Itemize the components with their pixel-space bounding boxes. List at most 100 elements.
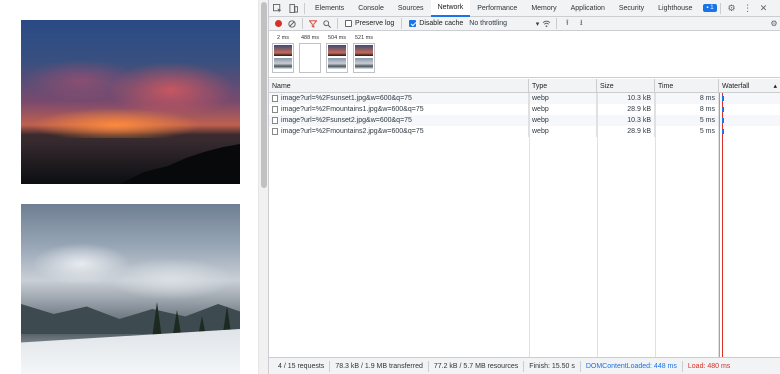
frame-time: 521 ms: [354, 35, 374, 41]
tab-sources[interactable]: Sources: [391, 0, 431, 17]
column-time[interactable]: Time: [655, 79, 719, 93]
requests-table: Name Type Size Time Waterfall ▴ image?ur…: [269, 79, 780, 357]
column-size[interactable]: Size: [597, 79, 655, 93]
image-file-icon: [272, 106, 278, 113]
page-scrollbar[interactable]: [258, 0, 268, 374]
filter-button[interactable]: [306, 17, 320, 31]
mountains-image: [21, 204, 240, 374]
request-size: 28.9 kB: [597, 126, 655, 137]
table-header: Name Type Size Time Waterfall ▴: [269, 79, 780, 93]
issues-badge[interactable]: ▪ 1: [703, 4, 717, 12]
device-toolbar-icon[interactable]: [285, 0, 301, 16]
tab-elements[interactable]: Elements: [308, 0, 351, 17]
table-body: image?url=%2Fsunset1.jpg&w=600&q=75 webp…: [269, 93, 780, 137]
record-button[interactable]: [271, 17, 285, 31]
filmstrip-frame[interactable]: 521 ms: [352, 35, 376, 73]
preserve-log-checkbox[interactable]: Preserve log: [345, 20, 394, 27]
sunset-image: [21, 20, 240, 184]
request-size: 10.3 kB: [597, 93, 655, 104]
preserve-log-box[interactable]: [345, 20, 352, 27]
screenshots-filmstrip: 2 ms 488 ms 504 ms 521 ms: [269, 31, 780, 78]
network-toolbar: Preserve log Disable cache No throttling…: [269, 17, 780, 31]
request-name: image?url=%2Fmountains1.jpg&w=600&q=75: [281, 106, 424, 113]
wifi-icon: [542, 20, 551, 27]
preserve-log-label: Preserve log: [355, 20, 395, 27]
column-waterfall[interactable]: Waterfall ▴: [719, 79, 780, 93]
page-viewport: [0, 0, 258, 374]
upload-icon: ⭱: [565, 17, 569, 27]
issues-count: 1: [710, 5, 714, 11]
settings-gear-icon[interactable]: ⚙: [724, 0, 740, 16]
filter-icon: [309, 19, 317, 28]
frame-time: 504 ms: [327, 35, 347, 41]
disable-cache-checkbox[interactable]: Disable cache: [409, 20, 463, 27]
table-row[interactable]: image?url=%2Fmountains1.jpg&w=600&q=75 w…: [269, 104, 780, 115]
inspect-element-icon[interactable]: [269, 0, 285, 16]
clear-button[interactable]: [285, 17, 299, 31]
column-type[interactable]: Type: [529, 79, 597, 93]
download-icon: ⭳: [579, 17, 583, 27]
request-name: image?url=%2Fsunset1.jpg&w=600&q=75: [281, 95, 412, 102]
waterfall-bar: [722, 96, 724, 101]
request-size: 10.3 kB: [597, 115, 655, 126]
request-name: image?url=%2Fmountains2.jpg&w=600&q=75: [281, 128, 424, 135]
column-waterfall-label: Waterfall: [722, 82, 750, 90]
more-options-icon[interactable]: ⋮: [740, 0, 756, 16]
throttling-value: No throttling: [469, 20, 508, 27]
waterfall-area: [719, 93, 780, 357]
import-har-button[interactable]: ⭱: [560, 17, 574, 31]
tab-console[interactable]: Console: [351, 0, 391, 17]
tab-lighthouse[interactable]: Lighthouse: [651, 0, 699, 17]
frame-time: 488 ms: [300, 35, 320, 41]
request-type: webp: [529, 104, 597, 115]
frame-thumbnail: [353, 43, 375, 73]
image-file-icon: [272, 128, 278, 135]
frame-thumbnail: [272, 43, 294, 73]
network-conditions-button[interactable]: [539, 17, 553, 31]
disable-cache-box[interactable]: [409, 20, 417, 27]
tab-application[interactable]: Application: [564, 0, 612, 17]
waterfall-bar: [722, 118, 724, 123]
filmstrip-frame[interactable]: 2 ms: [271, 35, 295, 73]
request-name: image?url=%2Fsunset2.jpg&w=600&q=75: [281, 117, 412, 124]
column-name[interactable]: Name: [269, 79, 529, 93]
request-type: webp: [529, 93, 597, 104]
table-row[interactable]: image?url=%2Fsunset1.jpg&w=600&q=75 webp…: [269, 93, 780, 104]
table-row[interactable]: image?url=%2Fsunset2.jpg&w=600&q=75 webp…: [269, 115, 780, 126]
tab-performance[interactable]: Performance: [470, 0, 524, 17]
gear-icon: ⚙: [770, 19, 778, 28]
frame-thumbnail: [299, 43, 321, 73]
status-load: Load: 480 ms: [687, 362, 731, 370]
search-button[interactable]: [320, 17, 334, 31]
tab-network[interactable]: Network: [430, 0, 471, 17]
request-time: 5 ms: [655, 126, 719, 137]
frame-thumbnail: [326, 43, 348, 73]
tab-security[interactable]: Security: [612, 0, 651, 17]
request-size: 28.9 kB: [597, 104, 655, 115]
record-icon: [274, 20, 282, 27]
request-time: 8 ms: [655, 104, 719, 115]
close-icon[interactable]: ✕: [756, 0, 772, 16]
status-requests: 4 / 15 requests: [273, 360, 331, 372]
disable-cache-label: Disable cache: [419, 20, 464, 27]
network-status-bar: 4 / 15 requests 78.3 kB / 1.9 MB transfe…: [269, 357, 780, 374]
filmstrip-frame[interactable]: 488 ms: [298, 35, 322, 73]
throttling-select[interactable]: No throttling ▾: [469, 20, 539, 28]
scroll-thumb[interactable]: [261, 2, 267, 188]
status-transferred: 78.3 kB / 1.9 MB transferred: [330, 360, 429, 372]
request-type: webp: [529, 126, 597, 137]
devtools-tabbar: Elements Console Sources Network Perform…: [269, 0, 780, 17]
devtools-panel: Elements Console Sources Network Perform…: [268, 0, 780, 374]
request-type: webp: [529, 115, 597, 126]
request-time: 5 ms: [655, 115, 719, 126]
table-row[interactable]: image?url=%2Fmountains2.jpg&w=600&q=75 w…: [269, 126, 780, 137]
chat-icon: ▪: [706, 5, 709, 11]
search-icon: [323, 19, 331, 28]
status-resources: 77.2 kB / 5.7 MB resources: [429, 360, 525, 372]
image-file-icon: [272, 95, 278, 102]
waterfall-bar: [722, 107, 724, 112]
export-har-button[interactable]: ⭳: [574, 17, 588, 31]
tab-memory[interactable]: Memory: [524, 0, 563, 17]
network-settings-button[interactable]: ⚙: [767, 17, 780, 31]
filmstrip-frame[interactable]: 504 ms: [325, 35, 349, 73]
